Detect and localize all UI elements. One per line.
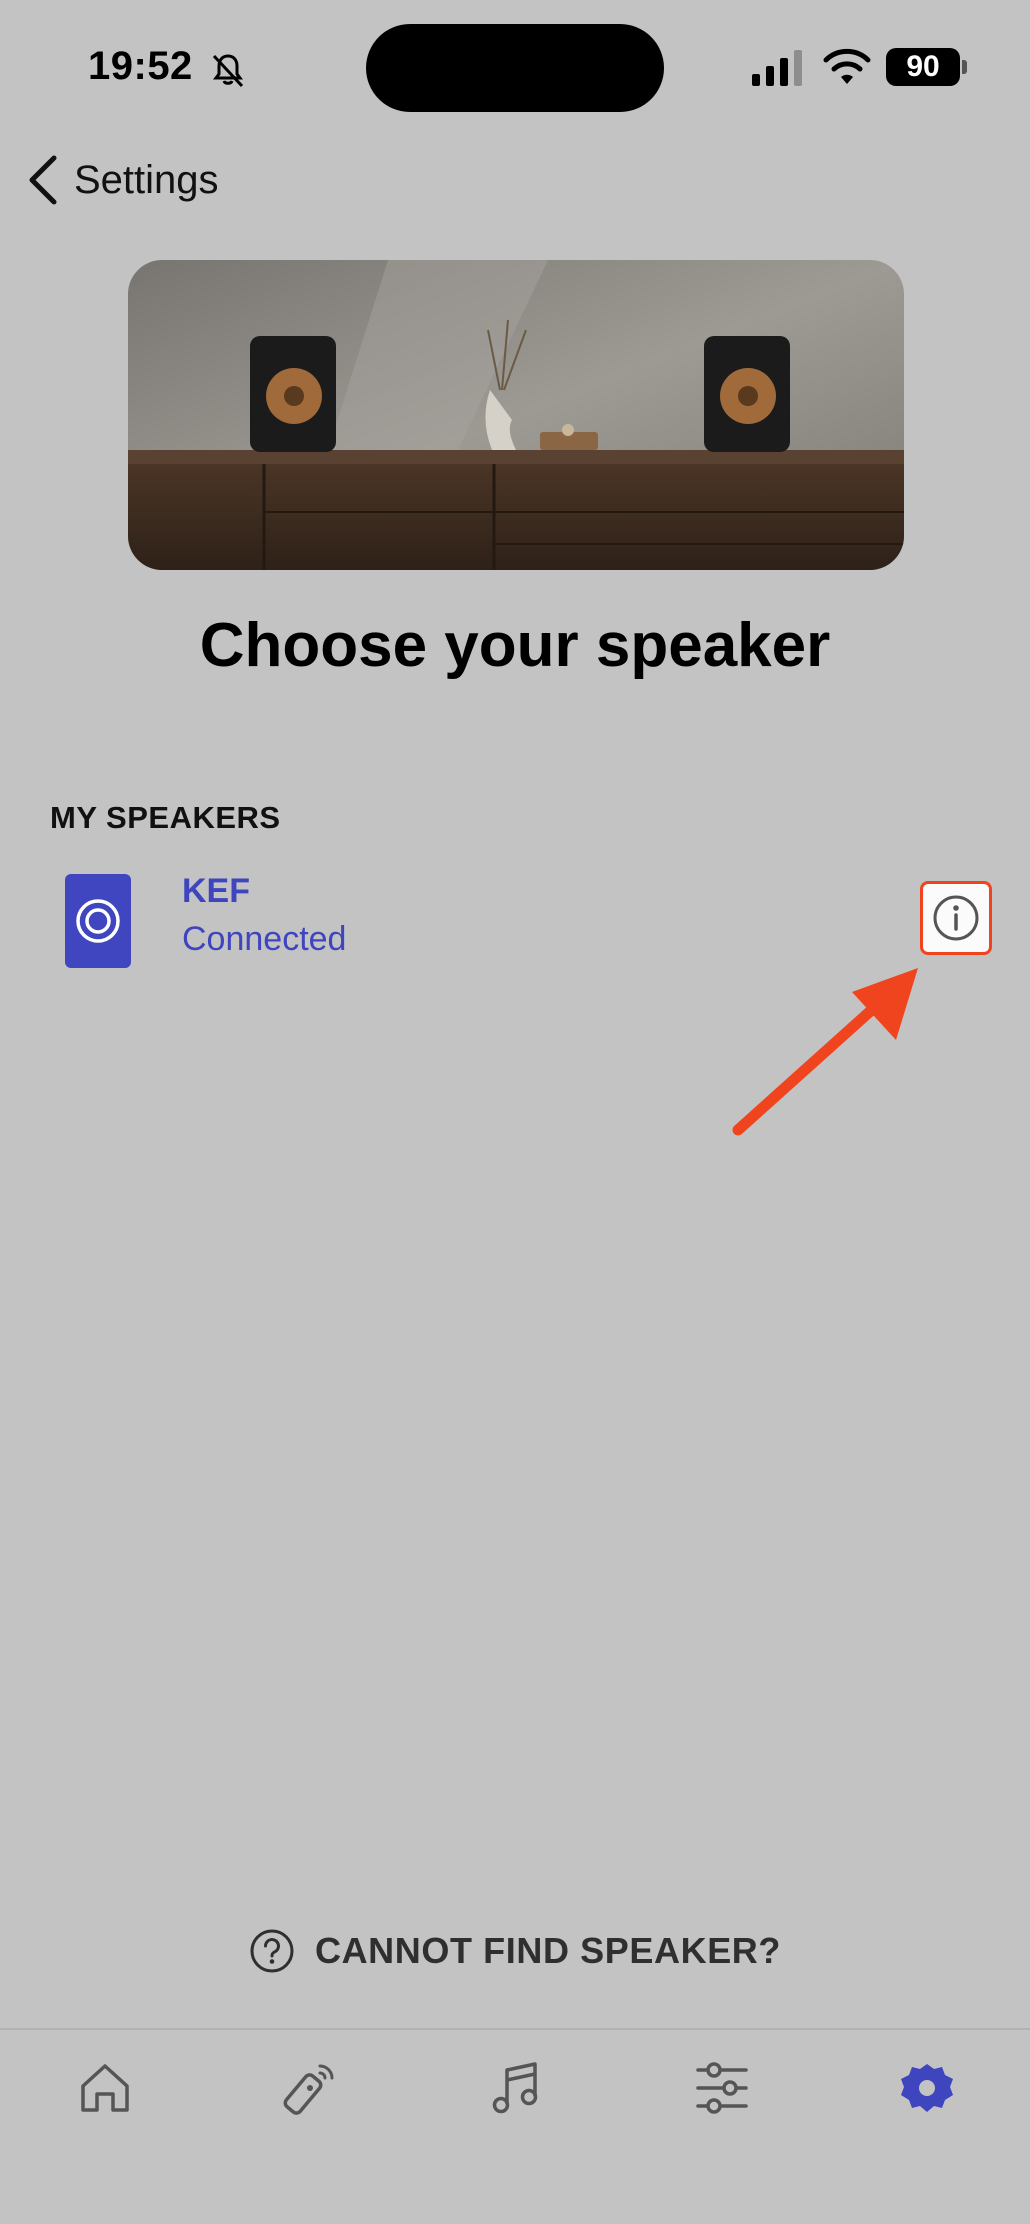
tab-music[interactable] (460, 2048, 570, 2128)
info-icon (933, 895, 979, 941)
speaker-name: KEF (182, 872, 250, 910)
wifi-icon (823, 48, 871, 84)
section-header-my-speakers: MY SPEAKERS (50, 800, 281, 835)
sliders-icon (696, 2062, 748, 2114)
battery-indicator: 90 (886, 48, 960, 86)
back-label: Settings (74, 157, 219, 202)
page-title: Choose your speaker (199, 611, 831, 680)
cannot-find-speaker-label: CANNOT FIND SPEAKER? (314, 1930, 781, 1971)
tab-equalizer[interactable] (667, 2048, 777, 2128)
silent-bell-icon (212, 54, 244, 88)
remote-icon (283, 2064, 334, 2115)
battery-tip (962, 60, 967, 74)
tab-bar-divider (0, 2028, 1030, 2030)
tab-home[interactable] (50, 2048, 160, 2128)
tab-settings[interactable] (872, 2048, 982, 2128)
help-question-icon (250, 1929, 294, 1973)
home-icon (81, 2064, 129, 2112)
speaker-icon (65, 874, 131, 968)
status-time: 19:52 (88, 44, 193, 88)
music-note-icon (492, 2062, 538, 2114)
speaker-info-button[interactable] (920, 881, 992, 955)
speakers-hero-image (128, 260, 904, 570)
settings-gear-icon (901, 2064, 953, 2112)
back-button[interactable]: Settings (24, 150, 219, 210)
cannot-find-speaker-link[interactable]: CANNOT FIND SPEAKER? (0, 1928, 1030, 1974)
dynamic-island (366, 24, 664, 112)
cellular-signal-icon (752, 50, 802, 86)
tab-remote[interactable] (255, 2048, 365, 2128)
chevron-left-icon (29, 155, 57, 205)
speaker-status: Connected (182, 920, 347, 958)
annotation-arrow-icon (732, 968, 918, 1136)
